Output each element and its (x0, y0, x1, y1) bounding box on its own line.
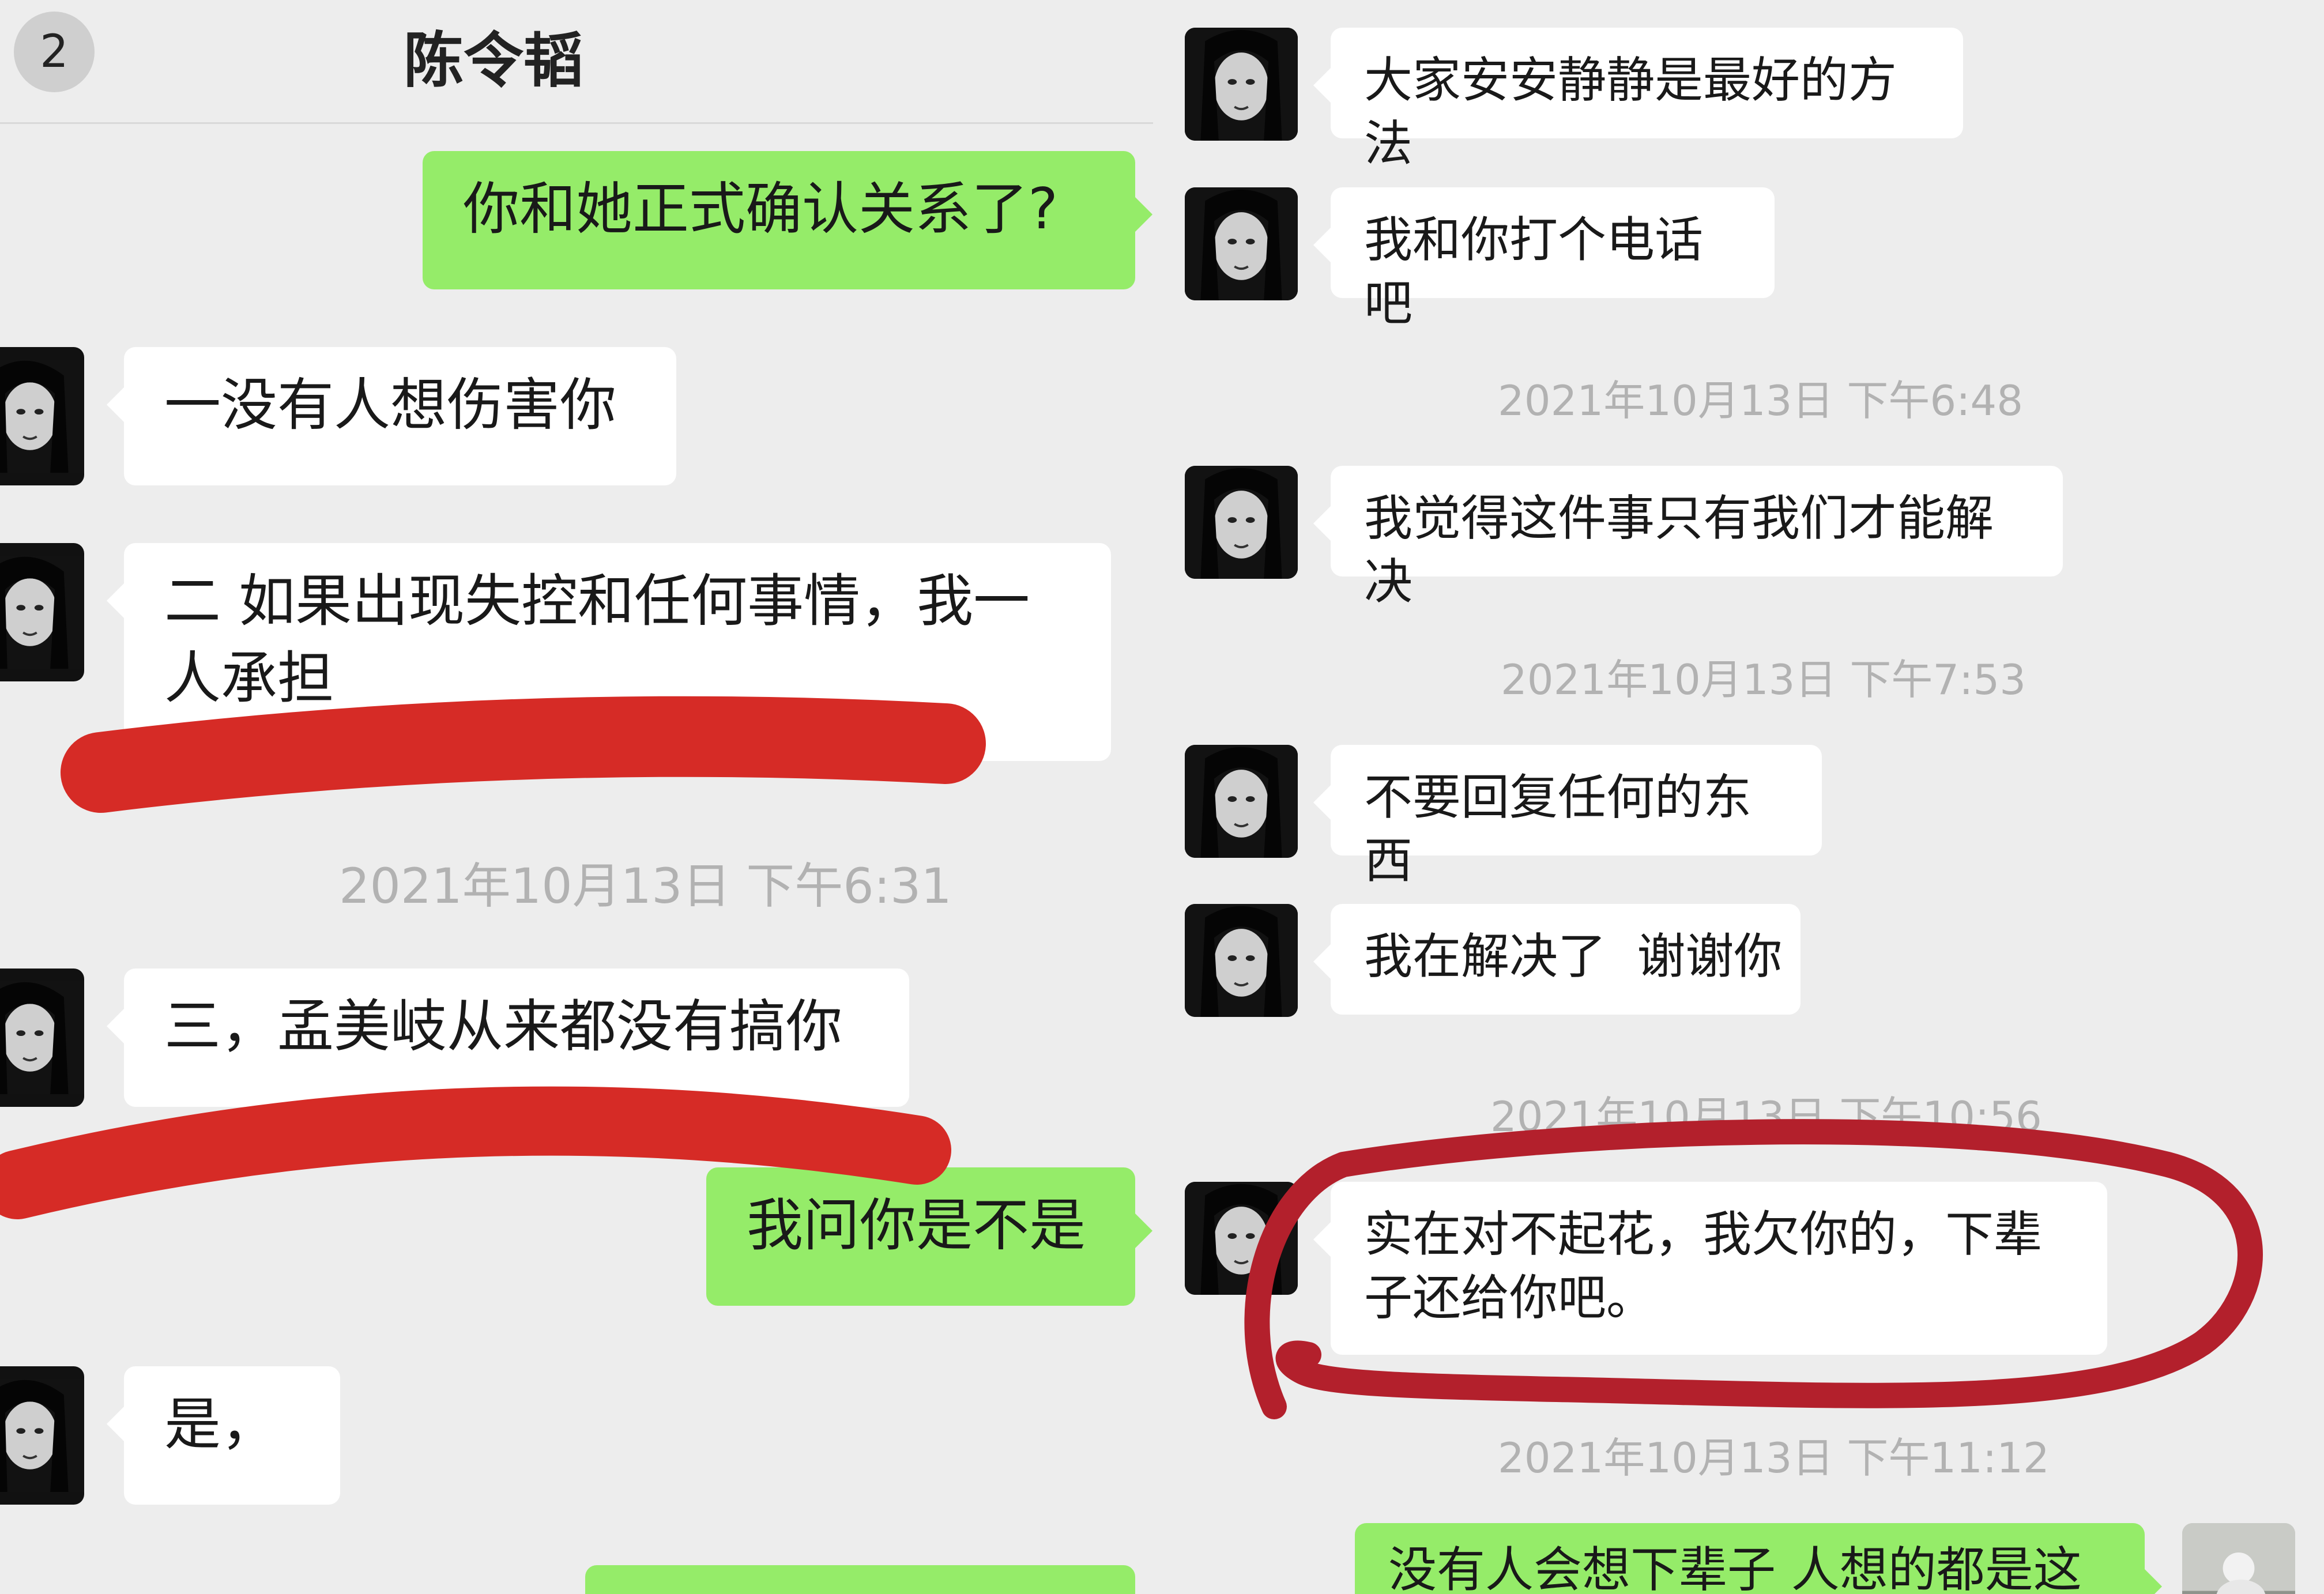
message-text: 实在对不起花，我欠你的，下辈子还给你吧。 (1364, 1206, 2043, 1326)
contact-avatar[interactable] (0, 969, 84, 1107)
chat-header: 2 陈令韬 (0, 0, 1153, 124)
avatar-photo-icon (1185, 1182, 1298, 1295)
avatar-photo-icon (1185, 28, 1298, 141)
message-bubble-incoming[interactable]: 我在解决了 谢谢你 (1313, 904, 1801, 1015)
contact-avatar[interactable] (1185, 904, 1298, 1017)
avatar-photo-icon (1185, 466, 1298, 579)
message-text: 一没有人想伤害你 (164, 372, 617, 438)
message-bubble-incoming[interactable]: 不要回复任何的东西 (1313, 745, 1822, 889)
timestamp: 2021年10月13日 下午11:12 (1498, 1434, 2050, 1482)
contact-avatar[interactable] (1185, 187, 1298, 300)
left-chat-screenshot: 2 陈令韬 你和她正式确认关系了? 一没有人想伤害你 二 如果出现失控和任何事情… (0, 0, 1153, 1594)
message-bubble-incoming[interactable]: 三，孟美岐从来都没有搞你 (107, 969, 909, 1107)
message-text: 是， (164, 1392, 278, 1457)
contact-avatar[interactable] (1185, 1182, 1298, 1295)
avatar-photo-icon (1185, 745, 1298, 858)
avatar-photo-icon (1185, 187, 1298, 300)
timestamp: 2021年10月13日 下午10:56 (1490, 1092, 2042, 1141)
contact-avatar[interactable] (0, 543, 84, 681)
timestamp: 2021年10月13日 下午7:53 (1501, 655, 2027, 704)
message-bubble-incoming[interactable]: 一没有人想伤害你 (107, 347, 676, 485)
message-text: 大家安安静静是最好的方法 (1364, 52, 1897, 172)
message-text: 三，孟美岐从来都没有搞你 (164, 994, 843, 1060)
message-bubble-outgoing-partial[interactable] (585, 1565, 1135, 1594)
message-text: 没有人会想下辈子 人想的都是这辈 (1388, 1542, 2082, 1594)
right-chat-screenshot: 大家安安静静是最好的方法 我和你打个电话吧 2021年10月13日 下午6:48… (1153, 0, 2324, 1594)
message-text: 你和她正式确认关系了? (463, 176, 1059, 242)
message-bubble-incoming[interactable]: 是， (107, 1366, 340, 1505)
message-text: 我觉得这件事只有我们才能解决 (1364, 490, 1994, 610)
message-bubble-incoming[interactable]: 实在对不起花，我欠你的，下辈子还给你吧。 (1313, 1182, 2107, 1355)
avatar-photo-icon (0, 556, 84, 669)
avatar-photo-icon (0, 981, 84, 1094)
contact-avatar[interactable] (1185, 28, 1298, 141)
contact-avatar[interactable] (0, 347, 84, 485)
contact-avatar[interactable] (1185, 745, 1298, 858)
contact-avatar[interactable] (1185, 466, 1298, 579)
message-text: 我和你打个电话吧 (1364, 212, 1704, 331)
message-bubble-outgoing[interactable]: 你和她正式确认关系了? (423, 151, 1152, 289)
user-avatar-photo-icon (2182, 1523, 2295, 1594)
message-bubble-incoming[interactable]: 我和你打个电话吧 (1313, 187, 1775, 331)
message-bubble-incoming[interactable]: 我觉得这件事只有我们才能解决 (1313, 466, 2063, 610)
message-bubble-outgoing[interactable]: 我问你是不是 (706, 1167, 1152, 1306)
contact-avatar[interactable] (0, 1366, 84, 1505)
message-text: 我问你是不是 (747, 1193, 1086, 1258)
avatar-photo-icon (0, 360, 84, 473)
message-bubble-outgoing-partial[interactable]: 没有人会想下辈子 人想的都是这辈 (1355, 1523, 2162, 1594)
message-text: 不要回复任何的东西 (1364, 769, 1752, 889)
chat-title: 陈令韬 (404, 25, 584, 96)
message-text: 我在解决了 谢谢你 (1364, 928, 1783, 985)
message-text: 二 如果出现失控和任何事情，我一人承担 (164, 568, 1030, 711)
avatar-photo-icon (1185, 904, 1298, 1017)
message-bubble-incoming[interactable]: 二 如果出现失控和任何事情，我一人承担 (107, 543, 1111, 761)
avatar-photo-icon (0, 1379, 84, 1492)
timestamp: 2021年10月13日 下午6:48 (1498, 376, 2024, 425)
user-avatar[interactable] (2182, 1523, 2295, 1594)
message-bubble-incoming[interactable]: 大家安安静静是最好的方法 (1313, 28, 1963, 172)
timestamp: 2021年10月13日 下午6:31 (339, 858, 952, 914)
unread-count-badge[interactable]: 2 (14, 12, 95, 92)
